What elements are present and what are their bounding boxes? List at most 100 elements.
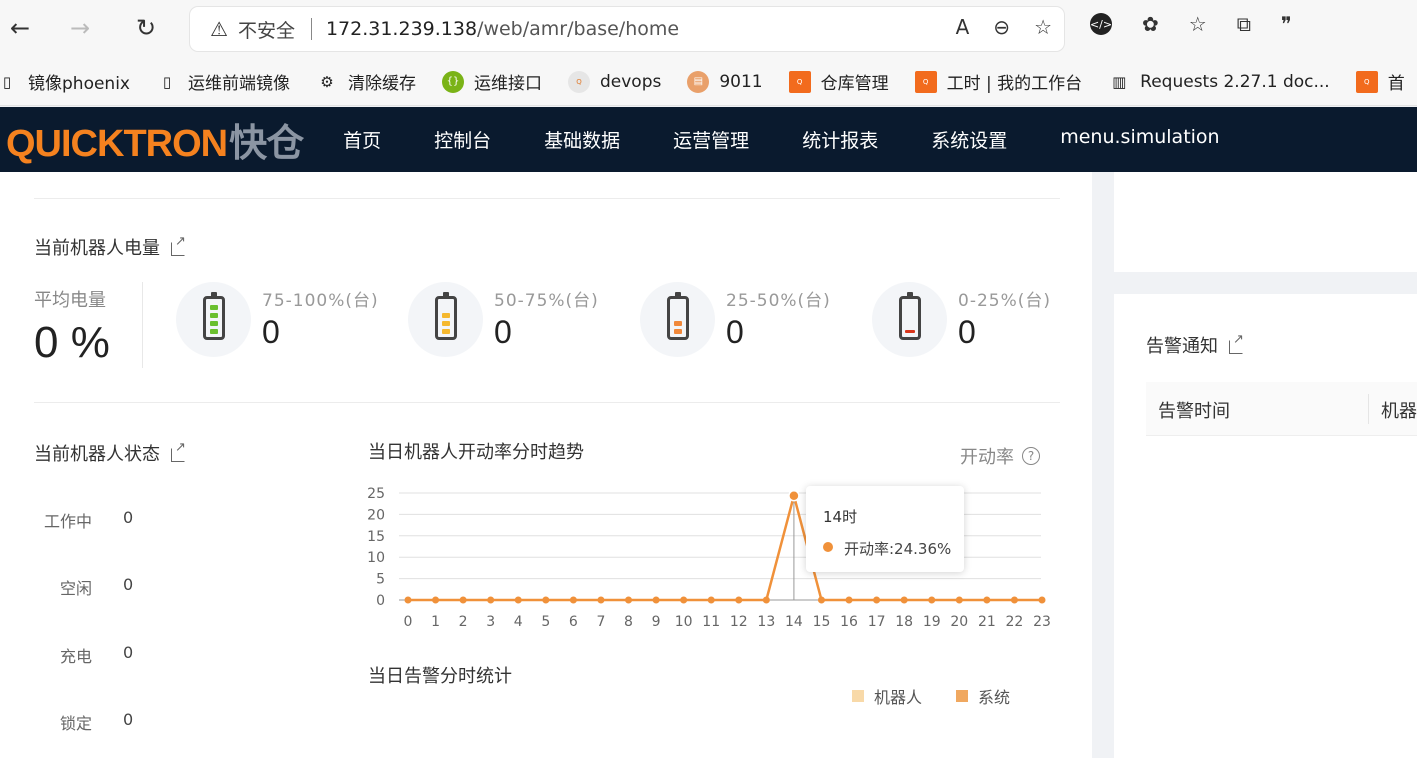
url-host[interactable]: 172.31.239.138	[326, 18, 477, 40]
status-section-title: 当前机器人状态	[34, 440, 187, 466]
x-tick-label: 14	[785, 614, 803, 630]
favorite-add-icon[interactable]: ☆	[1034, 15, 1052, 39]
tooltip-title: 14时	[823, 508, 858, 526]
bookmark-item[interactable]: ▯ 镜像phoenix	[0, 69, 130, 95]
battery-group-low: 25-50%(台) 0	[640, 282, 860, 358]
favorites-icon[interactable]: ☆	[1189, 12, 1207, 36]
alarm-notice-card	[1114, 294, 1417, 758]
data-point	[432, 596, 440, 604]
avg-power-value: 0 %	[34, 318, 110, 367]
x-tick-label: 4	[514, 614, 523, 630]
file-icon: ▯	[2, 72, 12, 91]
data-point	[845, 596, 853, 604]
column-alarm-time[interactable]: 告警时间	[1158, 397, 1230, 423]
status-row-working: 工作中 0	[43, 508, 134, 531]
external-link-icon[interactable]	[1228, 332, 1245, 354]
column-robot[interactable]: 机器	[1381, 397, 1417, 423]
data-point	[1038, 596, 1046, 604]
divider	[142, 282, 143, 368]
x-tick-label: 12	[730, 614, 748, 630]
collections-icon[interactable]: ⧉	[1237, 12, 1251, 36]
x-tick-label: 10	[675, 614, 693, 630]
bookmark-item[interactable]: Q 工时 | 我的工作台	[914, 69, 1082, 94]
x-tick-label: 22	[1006, 614, 1024, 630]
data-point	[788, 489, 800, 502]
refresh-icon[interactable]: ↻	[128, 10, 164, 46]
x-tick-label: 1	[431, 614, 440, 630]
divider	[34, 402, 1060, 403]
external-link-icon[interactable]	[170, 440, 187, 462]
zoom-icon[interactable]: ⊖	[993, 15, 1010, 39]
battery-medium-icon	[435, 292, 457, 340]
x-tick-label: 5	[541, 614, 550, 630]
book-icon: ▥	[1112, 72, 1127, 91]
data-point	[569, 596, 577, 604]
y-tick-label: 20	[367, 507, 385, 523]
address-bar[interactable]: ⚠ 不安全 172.31.239.138 /web/amr/base/home …	[190, 7, 1064, 51]
security-label[interactable]: 不安全	[238, 16, 295, 43]
x-tick-label: 0	[404, 614, 413, 630]
quicktron-icon: Q	[567, 70, 590, 93]
trend-chart-title: 当日机器人开动率分时趋势	[368, 442, 584, 463]
data-point	[955, 596, 963, 604]
chart-tooltip: 14时 开动率:24.36%	[806, 486, 964, 572]
extensions-icon[interactable]: ✿	[1142, 12, 1159, 36]
brand-logo[interactable]: QUICKTRON快仓	[6, 112, 304, 167]
legend-item-system[interactable]: 系统	[956, 684, 1010, 708]
x-tick-label: 19	[923, 614, 941, 630]
battery-count: 0	[958, 314, 976, 350]
data-point	[1010, 596, 1018, 604]
dev-extension-icon[interactable]: </>	[1090, 13, 1112, 35]
read-aloud-icon[interactable]: A	[956, 15, 970, 39]
bookmark-item[interactable]: ▥ Requests 2.27.1 doc...	[1108, 71, 1330, 93]
bookmark-item[interactable]: ⚙ 清除缓存	[316, 69, 416, 95]
status-row-locked: 锁定 0	[59, 710, 134, 733]
bookmark-item[interactable]: Q首	[1355, 69, 1405, 94]
bookmark-item[interactable]: Q 仓库管理	[788, 69, 889, 94]
tooltip-series-dot	[823, 542, 833, 552]
menu-item-base-data[interactable]: 基础数据	[544, 126, 620, 153]
menu-item-operations[interactable]: 运营管理	[673, 126, 749, 153]
menu-item-settings[interactable]: 系统设置	[931, 126, 1007, 153]
utilization-rate-label: 开动率 ?	[960, 443, 1040, 469]
bookmark-item[interactable]: ▤ 9011	[687, 70, 763, 93]
data-point	[735, 596, 743, 604]
battery-range-label: 50-75%(台)	[494, 291, 599, 311]
forward-icon[interactable]: →	[62, 10, 98, 46]
alarm-table-header: 告警时间 机器	[1146, 382, 1417, 436]
doc-icon: ▤	[687, 70, 710, 93]
data-point	[652, 596, 660, 604]
menu-item-console[interactable]: 控制台	[434, 126, 491, 153]
menu-item-reports[interactable]: 统计报表	[802, 126, 878, 153]
x-tick-label: 17	[868, 614, 886, 630]
x-tick-label: 20	[950, 614, 968, 630]
x-tick-label: 3	[486, 614, 495, 630]
warning-icon[interactable]: ⚠	[210, 17, 228, 41]
gear-icon: ⚙	[320, 72, 334, 91]
data-point	[817, 596, 825, 604]
url-path[interactable]: /web/amr/base/home	[477, 18, 679, 40]
help-icon[interactable]: ?	[1022, 447, 1040, 465]
bookmark-item[interactable]: ▯ 运维前端镜像	[156, 69, 290, 95]
bookmark-item[interactable]: {} 运维接口	[441, 69, 542, 94]
data-point	[762, 596, 770, 604]
bookmark-item[interactable]: Qdevops	[567, 70, 661, 93]
legend-swatch	[852, 690, 864, 702]
external-link-icon[interactable]	[170, 234, 187, 256]
data-point	[487, 596, 495, 604]
x-tick-label: 13	[757, 614, 775, 630]
data-point	[404, 596, 412, 604]
main-menu: 首页 控制台 基础数据 运营管理 统计报表 系统设置 menu.simulati…	[343, 126, 1272, 153]
x-tick-label: 21	[978, 614, 996, 630]
battery-empty-icon	[899, 292, 921, 340]
menu-item-home[interactable]: 首页	[343, 126, 381, 153]
battery-group-high: 75-100%(台) 0	[176, 282, 396, 358]
menu-item-simulation[interactable]: menu.simulation	[1060, 126, 1219, 153]
quote-icon[interactable]: ❞	[1281, 12, 1292, 36]
status-row-idle: 空闲 0	[59, 575, 134, 598]
data-point	[514, 596, 522, 604]
data-point	[625, 596, 633, 604]
legend-item-robot[interactable]: 机器人	[852, 684, 922, 708]
battery-group-medium: 50-75%(台) 0	[408, 282, 628, 358]
back-icon[interactable]: ←	[2, 10, 38, 46]
